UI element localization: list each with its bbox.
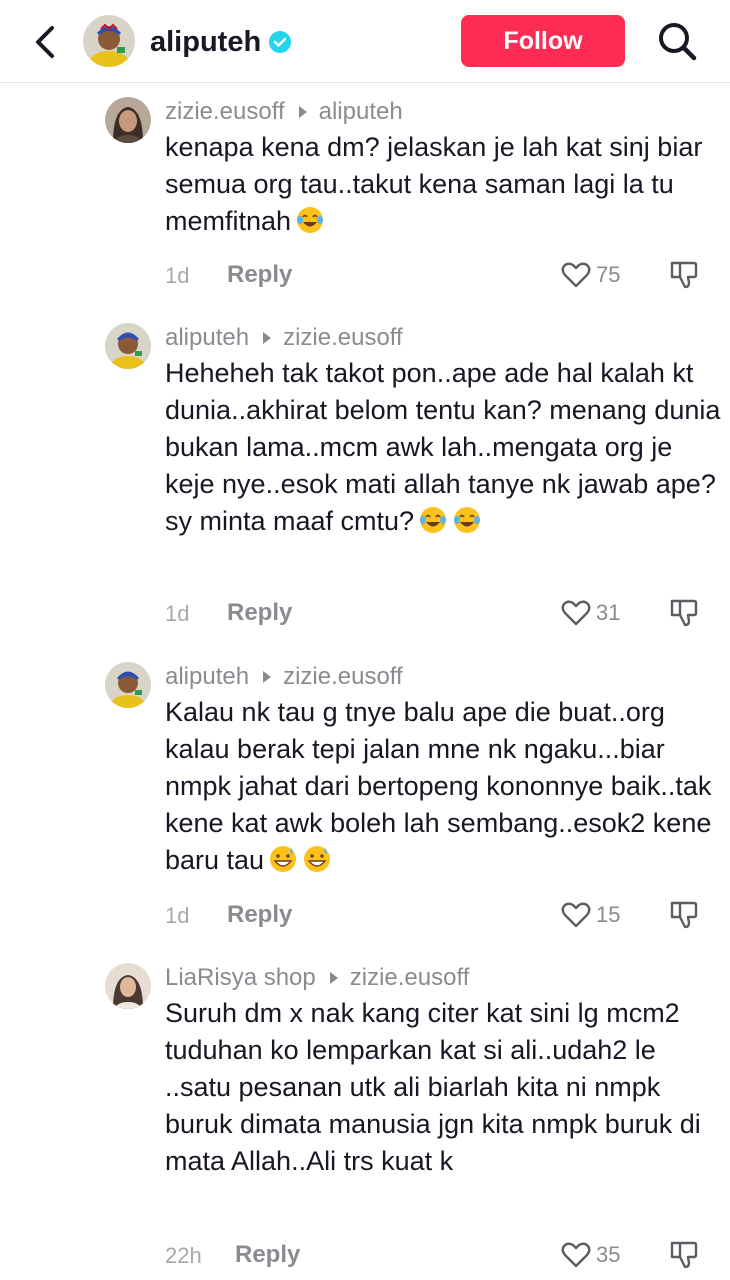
grinning-face-with-sweat-icon — [270, 846, 297, 872]
reply-arrow-icon — [263, 671, 272, 683]
comment-meta: aliputeh zizie.eusoff — [165, 662, 403, 692]
username-row[interactable]: aliputeh — [150, 22, 292, 62]
like-button[interactable]: 75 — [560, 259, 620, 291]
comment-body: kenapa kena dm? jelaskan je lah kat sinj… — [165, 132, 703, 236]
comment-footer: 1d Reply 75 — [0, 259, 730, 295]
reply-to-user[interactable]: zizie.eusoff — [283, 663, 403, 691]
reply-button[interactable]: Reply — [227, 261, 292, 289]
comment-time: 1d — [165, 263, 190, 288]
reply-button[interactable]: Reply — [227, 901, 292, 929]
comment-meta: aliputeh zizie.eusoff — [165, 323, 403, 353]
like-count: 75 — [596, 262, 621, 287]
heart-icon — [561, 902, 591, 928]
reply-to-user[interactable]: aliputeh — [319, 98, 403, 126]
dislike-icon[interactable] — [668, 1239, 700, 1271]
comment-time: 1d — [165, 601, 190, 626]
like-count: 15 — [596, 902, 621, 927]
comment-text: Suruh dm x nak kang citer kat sini lg mc… — [165, 995, 720, 1180]
heart-icon — [561, 600, 591, 626]
like-button[interactable]: 31 — [560, 597, 620, 629]
comment-meta: LiaRisya shop zizie.eusoff — [165, 963, 469, 993]
reply-arrow-icon — [329, 972, 338, 984]
profile-username: aliputeh — [150, 25, 262, 58]
dislike-icon[interactable] — [668, 597, 700, 629]
comment-author[interactable]: aliputeh — [165, 324, 249, 352]
like-button[interactable]: 35 — [560, 1239, 620, 1271]
follow-button[interactable]: Follow — [461, 15, 625, 67]
comment-time: 22h — [165, 1243, 202, 1268]
commenter-avatar[interactable] — [105, 97, 151, 143]
comment-meta: zizie.eusoff aliputeh — [165, 97, 403, 127]
comment-footer: 1d Reply 31 — [0, 597, 730, 633]
like-button[interactable]: 15 — [560, 899, 620, 931]
reply-arrow-icon — [263, 332, 272, 344]
reply-arrow-icon — [298, 106, 307, 118]
reply-button[interactable]: Reply — [227, 599, 292, 627]
profile-avatar[interactable] — [83, 15, 135, 67]
dislike-icon[interactable] — [668, 259, 700, 291]
commenter-avatar[interactable] — [105, 662, 151, 708]
grinning-face-with-sweat-icon — [304, 846, 331, 872]
commenter-avatar[interactable] — [105, 323, 151, 369]
comment-footer: 1d Reply 15 — [0, 899, 730, 935]
face-with-tears-of-joy-icon — [297, 207, 324, 233]
comment-author[interactable]: zizie.eusoff — [165, 98, 285, 126]
dislike-icon[interactable] — [668, 899, 700, 931]
reply-button[interactable]: Reply — [235, 1241, 300, 1269]
profile-header: aliputeh Follow — [0, 0, 730, 83]
comment-time: 1d — [165, 903, 190, 928]
comment-text: kenapa kena dm? jelaskan je lah kat sinj… — [165, 129, 725, 240]
comment-body: Kalau nk tau g tnye balu ape die buat..o… — [165, 697, 712, 875]
comment-text: Kalau nk tau g tnye balu ape die buat..o… — [165, 694, 725, 879]
verified-badge-icon — [269, 31, 292, 53]
reply-to-user[interactable]: zizie.eusoff — [283, 324, 403, 352]
comment-body: Suruh dm x nak kang citer kat sini lg mc… — [165, 998, 701, 1176]
heart-icon — [561, 262, 591, 288]
comment-author[interactable]: LiaRisya shop — [165, 964, 316, 992]
like-count: 35 — [596, 1242, 621, 1267]
heart-icon — [561, 1242, 591, 1268]
back-arrow-icon[interactable] — [28, 22, 64, 62]
like-count: 31 — [596, 600, 621, 625]
comment-author[interactable]: aliputeh — [165, 663, 249, 691]
face-with-tears-of-joy-icon — [420, 507, 447, 533]
comment-text: Heheheh tak takot pon..ape ade hal kalah… — [165, 355, 725, 540]
face-with-tears-of-joy-icon — [454, 507, 481, 533]
reply-to-user[interactable]: zizie.eusoff — [350, 964, 470, 992]
comment-footer: 22h Reply 35 — [0, 1239, 730, 1275]
search-icon[interactable] — [655, 19, 699, 63]
commenter-avatar[interactable] — [105, 963, 151, 1009]
